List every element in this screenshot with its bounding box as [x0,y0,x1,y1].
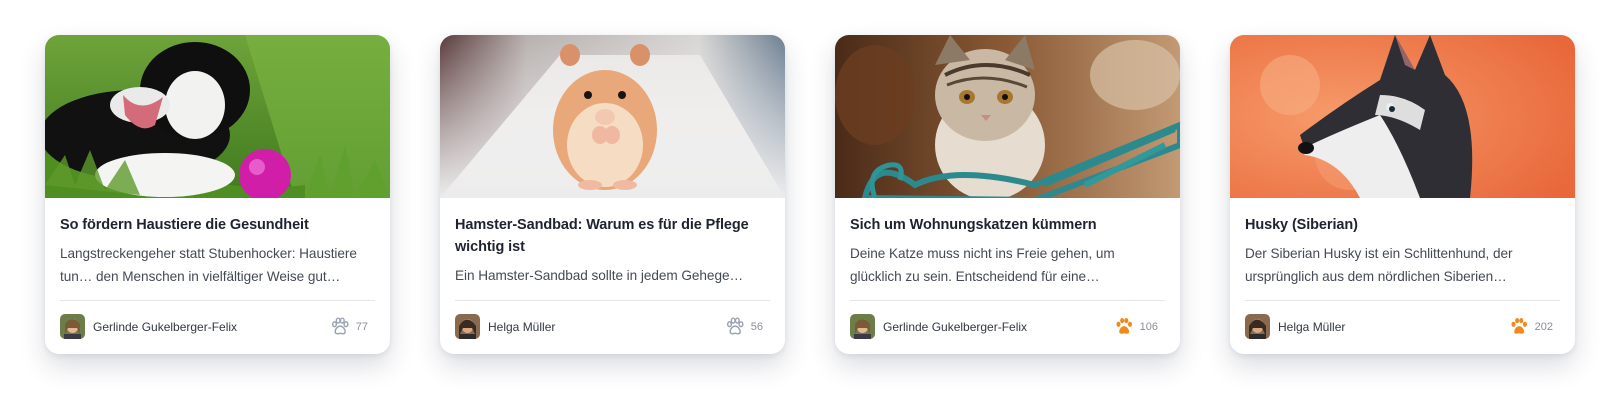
card-footer: Helga Müller 56 [455,301,770,354]
paw-icon [331,316,349,334]
paw-icon [1511,317,1527,334]
author-name[interactable]: Gerlinde Gukelberger-Felix [883,320,1113,334]
article-title[interactable]: Sich um Wohnungskatzen kümmern [850,214,1165,236]
husky-photo [1230,35,1575,198]
author-name[interactable]: Helga Müller [488,320,724,334]
article-card[interactable]: Hamster-Sandbad: Warum es für die Pflege… [440,35,785,354]
like-button[interactable]: 106 [1113,316,1158,338]
author-avatar[interactable] [850,314,875,339]
like-button[interactable]: 77 [329,316,368,338]
article-description: Deine Katze muss nicht ins Freie gehen, … [850,246,1115,284]
article-title[interactable]: Husky (Siberian) [1245,214,1560,236]
article-title[interactable]: Hamster-Sandbad: Warum es für die Pflege… [455,214,770,258]
author-name[interactable]: Gerlinde Gukelberger-Felix [93,320,329,334]
article-description: Der Siberian Husky ist ein Schlittenhund… [1245,246,1513,284]
article-description: Langstreckengeher statt Stubenhocker: Ha… [60,246,357,284]
article-title[interactable]: So fördern Haustiere die Gesundheit [60,214,375,236]
author-avatar[interactable] [455,314,480,339]
paw-icon [726,316,744,334]
like-count: 56 [750,320,763,333]
article-description: Ein Hamster-Sandbad sollte in jedem Gehe… [455,268,744,283]
author-avatar[interactable] [1245,314,1270,339]
card-footer: Gerlinde Gukelberger-Felix 77 [60,301,375,354]
hamster-photo [440,35,785,198]
like-count: 77 [355,320,368,333]
border-collie-photo [45,35,390,198]
article-card[interactable]: Sich um Wohnungskatzen kümmern Deine Kat… [835,35,1180,354]
article-card-list: So fördern Haustiere die Gesundheit Lang… [45,35,1575,354]
like-count: 202 [1534,320,1553,333]
tabby-kitten-photo [835,35,1180,198]
author-avatar[interactable] [60,314,85,339]
paw-icon [1116,317,1132,334]
like-button[interactable]: 202 [1508,316,1553,338]
article-card[interactable]: Husky (Siberian) Der Siberian Husky ist … [1230,35,1575,354]
author-name[interactable]: Helga Müller [1278,320,1508,334]
like-button[interactable]: 56 [724,316,763,338]
card-footer: Helga Müller 202 [1245,301,1560,354]
article-card[interactable]: So fördern Haustiere die Gesundheit Lang… [45,35,390,354]
like-count: 106 [1139,320,1158,333]
card-footer: Gerlinde Gukelberger-Felix 106 [850,301,1165,354]
